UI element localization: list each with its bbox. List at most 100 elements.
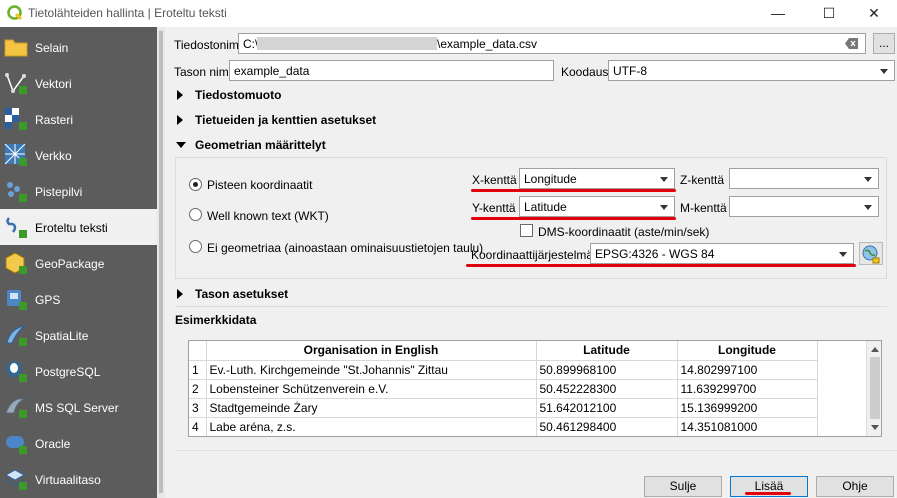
point-cloud-icon — [7, 182, 27, 202]
sidebar-item-oracle[interactable]: Oracle — [0, 425, 157, 461]
sidebar-item-spatialite[interactable]: SpatiaLite — [0, 317, 157, 353]
maximize-button[interactable]: ☐ — [806, 0, 852, 27]
m-field-select[interactable] — [729, 196, 879, 217]
sidebar-item-rasteri[interactable]: Rasteri — [0, 101, 157, 137]
gps-icon — [7, 290, 27, 310]
cell-latitude: 51.642012100 — [536, 398, 678, 418]
table-row[interactable]: 4 Labe aréna, z.s. 50.461298400 14.35108… — [189, 417, 818, 436]
y-field-label: Y-kenttä — [472, 201, 516, 215]
encoding-value: UTF-8 — [613, 64, 647, 78]
chevron-down-icon — [880, 69, 888, 74]
dms-checkbox[interactable] — [520, 224, 533, 237]
section-layer-settings[interactable]: Tason asetukset — [177, 287, 337, 301]
chevron-down-icon — [864, 177, 872, 182]
y-field-select[interactable]: Latitude — [519, 196, 675, 217]
radio-wkt[interactable] — [189, 208, 202, 221]
z-field-label: Z-kenttä — [680, 173, 725, 187]
sidebar-item-verkko[interactable]: Verkko — [0, 137, 157, 173]
raster-icon — [5, 108, 27, 130]
spatialite-icon — [6, 325, 27, 346]
table-row[interactable]: 3 Stadtgemeinde Żary 51.642012100 15.136… — [189, 398, 818, 418]
column-header-organisation[interactable]: Organisation in English — [206, 341, 537, 361]
browse-button[interactable]: ... — [873, 33, 895, 54]
cell-longitude: 15.136999200 — [677, 398, 818, 418]
sidebar-item-selain[interactable]: Selain — [0, 29, 157, 65]
column-header-longitude[interactable]: Longitude — [677, 341, 818, 361]
table-row[interactable]: 1 Ev.-Luth. Kirchgemeinde "St.Johannis" … — [189, 360, 818, 380]
cell-organisation: Stadtgemeinde Żary — [206, 398, 537, 418]
table-row[interactable]: 2 Lobensteiner Schützenverein e.V. 50.45… — [189, 379, 818, 399]
title-bar: Tietolähteiden hallinta | Eroteltu tekst… — [0, 0, 897, 27]
postgresql-icon — [6, 361, 27, 382]
x-field-value: Longitude — [524, 172, 577, 186]
table-scrollbar-thumb[interactable] — [870, 357, 880, 419]
clear-icon[interactable] — [845, 38, 859, 49]
source-sidebar: Selain Vektori Rasteri Verkko Pistepilvi… — [0, 27, 157, 498]
sidebar-item-virtuaalitaso[interactable]: Virtuaalitaso — [0, 461, 157, 497]
close-button[interactable]: Sulje — [644, 476, 722, 497]
radio-no-geometry[interactable] — [189, 240, 202, 253]
section-geometry[interactable]: Geometrian määrittelyt — [176, 138, 397, 152]
dms-label: DMS-koordinaatit (aste/min/sek) — [538, 225, 710, 239]
cell-organisation: Ev.-Luth. Kirchgemeinde "St.Johannis" Zi… — [206, 360, 537, 380]
row-index: 4 — [189, 417, 207, 436]
divider — [175, 450, 897, 451]
cell-organisation: Labe aréna, z.s. — [206, 417, 537, 436]
folder-icon — [4, 39, 28, 57]
section-file-format[interactable]: Tiedostomuoto — [177, 88, 377, 102]
section-record-fields[interactable]: Tietueiden ja kenttien asetukset — [177, 113, 437, 127]
radio-point-coordinates[interactable] — [189, 178, 202, 191]
column-header-latitude[interactable]: Latitude — [536, 341, 678, 361]
sidebar-item-pistepilvi[interactable]: Pistepilvi — [0, 173, 157, 209]
sidebar-item-vektori[interactable]: Vektori — [0, 65, 157, 101]
cell-latitude: 50.452228300 — [536, 379, 678, 399]
expand-arrow-icon — [177, 289, 183, 299]
oracle-icon — [6, 436, 27, 454]
sidebar-item-postgresql[interactable]: PostgreSQL — [0, 353, 157, 389]
radio-wkt-label: Well known text (WKT) — [207, 209, 329, 223]
file-name-input[interactable]: C:\ \example_data.csv — [238, 33, 866, 54]
mesh-icon — [4, 143, 27, 166]
sidebar-item-mssql[interactable]: MS SQL Server — [0, 389, 157, 425]
qgis-logo-icon — [7, 5, 23, 21]
scroll-up-icon[interactable] — [871, 347, 879, 352]
encoding-label: Koodaus — [561, 65, 609, 79]
chevron-down-icon — [660, 205, 668, 210]
highlight-underline — [471, 189, 676, 192]
sidebar-scrollbar-thumb[interactable] — [159, 31, 163, 493]
cell-latitude: 50.899968100 — [536, 360, 678, 380]
crs-label: Koordinaattijärjestelmä — [471, 248, 594, 262]
cell-longitude: 14.351081000 — [677, 417, 818, 436]
minimize-button[interactable]: — — [755, 0, 801, 27]
cell-longitude: 11.639299700 — [677, 379, 818, 399]
encoding-select[interactable]: UTF-8 — [608, 60, 895, 81]
sidebar-item-eroteltu-teksti[interactable]: Eroteltu teksti — [0, 209, 157, 245]
sample-data-table[interactable]: Organisation in English Latitude Longitu… — [188, 340, 882, 437]
scroll-down-icon[interactable] — [871, 425, 879, 430]
row-index: 1 — [189, 360, 207, 380]
collapse-arrow-icon — [176, 142, 186, 148]
divider — [175, 306, 887, 307]
table-scrollbar[interactable] — [866, 341, 881, 436]
layer-name-input[interactable]: example_data — [229, 60, 554, 81]
column-header-index[interactable] — [189, 341, 207, 361]
x-field-label: X-kenttä — [472, 173, 517, 187]
crs-selector-button[interactable] — [859, 242, 883, 265]
close-window-button[interactable]: ✕ — [851, 0, 897, 27]
z-field-select[interactable] — [729, 168, 879, 189]
vector-icon — [5, 73, 27, 94]
crs-select[interactable]: EPSG:4326 - WGS 84 — [590, 243, 854, 264]
expand-arrow-icon — [177, 115, 183, 125]
table-header-row: Organisation in English Latitude Longitu… — [189, 341, 818, 361]
chevron-down-icon — [839, 252, 847, 257]
cell-organisation: Lobensteiner Schützenverein e.V. — [206, 379, 537, 399]
globe-icon — [862, 245, 880, 264]
sidebar-scrollbar[interactable] — [157, 27, 165, 498]
sidebar-item-gps[interactable]: GPS — [0, 281, 157, 317]
x-field-select[interactable]: Longitude — [519, 168, 675, 189]
help-button[interactable]: Ohje — [816, 476, 894, 497]
row-index: 3 — [189, 398, 207, 418]
sample-data-title: Esimerkkidata — [175, 313, 257, 327]
cell-latitude: 50.461298400 — [536, 417, 678, 436]
sidebar-item-geopackage[interactable]: GeoPackage — [0, 245, 157, 281]
